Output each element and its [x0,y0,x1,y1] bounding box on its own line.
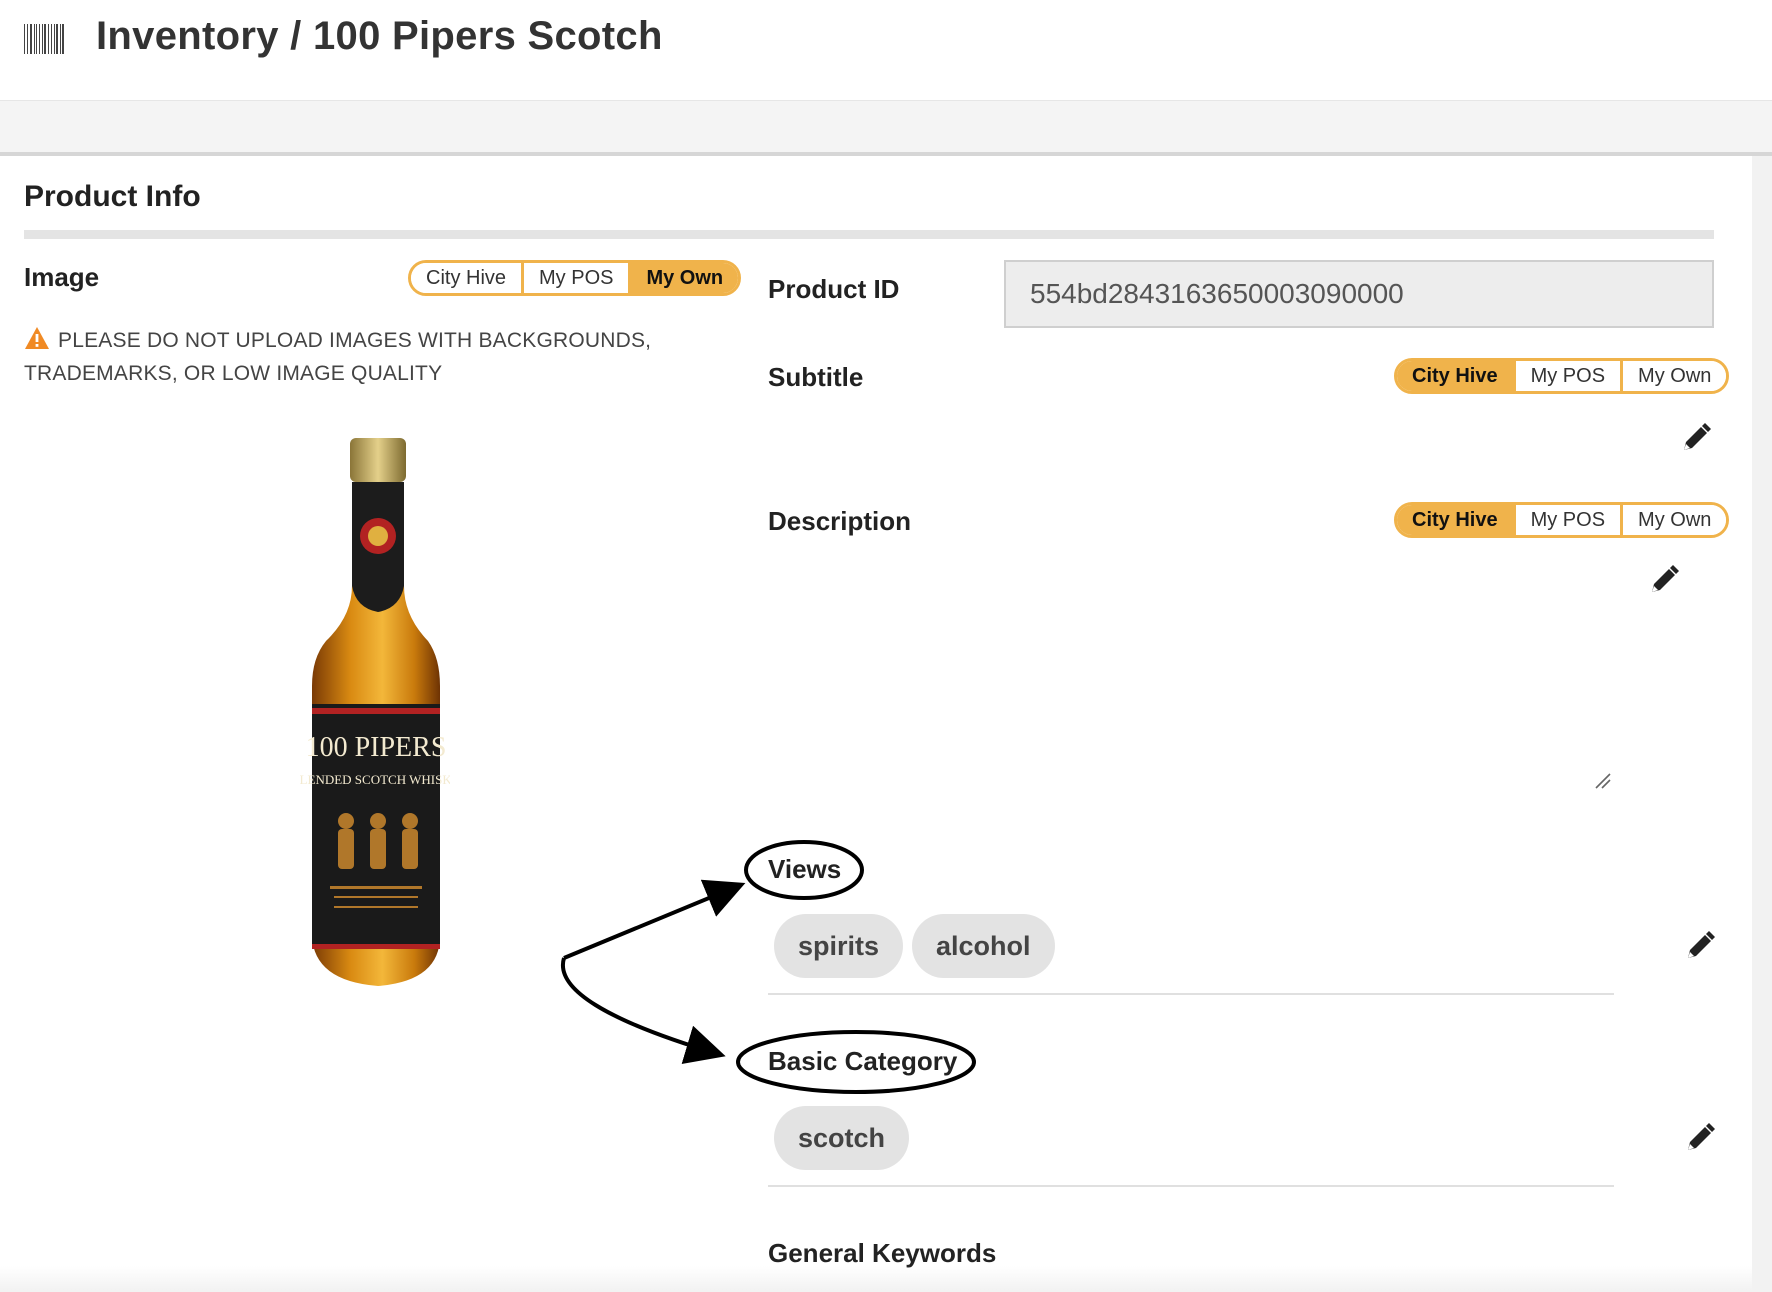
page-title: Inventory / 100 Pipers Scotch [96,14,663,58]
warning-text-line2: TRADEMARKS, OR LOW IMAGE QUALITY [24,362,443,385]
subtitle-label: Subtitle [768,362,864,392]
views-divider [768,993,1614,995]
section-title: Product Info [24,180,201,213]
edit-category-pencil-icon[interactable] [1684,1122,1716,1154]
basic-category-label: Basic Category [768,1046,958,1076]
edit-views-pencil-icon[interactable] [1684,930,1716,962]
image-upload-warning: PLEASE DO NOT UPLOAD IMAGES WITH BACKGRO… [24,326,664,389]
subtitle-source-city-hive[interactable]: City Hive [1397,361,1513,391]
barcode-icon [24,24,64,54]
description-source-my-pos[interactable]: My POS [1512,505,1621,535]
bottle-label-brand: 100 PIPERS [306,732,447,763]
image-label: Image [24,262,100,292]
image-source-city-hive[interactable]: City Hive [411,263,522,293]
warning-icon [24,326,50,359]
product-image[interactable]: 100 PIPERS BLENDED SCOTCH WHISKY [291,436,462,996]
description-source-toggle: City Hive My POS My Own [1394,502,1730,538]
general-keywords-label: General Keywords [768,1238,997,1268]
scroll-gutter [1752,156,1772,1292]
edit-description-pencil-icon[interactable] [1648,564,1680,596]
views-tag-spirits[interactable]: spirits [774,914,904,978]
arrow-to-category [560,957,726,1065]
views-label: Views [768,854,842,884]
subtitle-source-toggle: City Hive My POS My Own [1394,358,1730,394]
bottle-label-type: BLENDED SCOTCH WHISKY [300,772,450,787]
arrow-to-views [563,879,746,960]
annotation-overlay [560,840,976,1094]
product-id-field[interactable]: 554bd2843163650003090000 [1004,260,1714,328]
edit-subtitle-pencil-icon[interactable] [1680,422,1712,454]
subtitle-source-my-own[interactable]: My Own [1620,361,1727,391]
category-divider [768,1185,1614,1187]
product-id-label: Product ID [768,274,900,304]
subtitle-source-my-pos[interactable]: My POS [1512,361,1621,391]
warning-text-line1: PLEASE DO NOT UPLOAD IMAGES WITH BACKGRO… [58,329,652,352]
image-source-my-own[interactable]: My Own [628,263,739,293]
description-source-my-own[interactable]: My Own [1620,505,1727,535]
section-divider [24,230,1714,239]
bottom-fade [0,1266,1752,1292]
top-bar: Inventory / 100 Pipers Scotch [0,0,1772,100]
image-source-my-pos[interactable]: My POS [521,263,629,293]
textarea-resize-handle-icon[interactable] [1594,772,1612,790]
image-source-toggle: City Hive My POS My Own [408,260,742,296]
sub-toolbar [0,100,1772,156]
views-tag-alcohol[interactable]: alcohol [912,914,1055,978]
description-label: Description [768,506,912,536]
category-tag-scotch[interactable]: scotch [774,1106,910,1170]
description-source-city-hive[interactable]: City Hive [1397,505,1513,535]
